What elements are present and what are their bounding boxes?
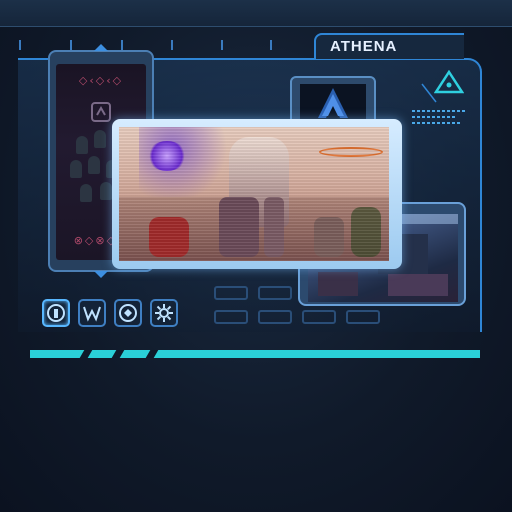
tick-mark <box>171 40 173 50</box>
empty-slot[interactable] <box>258 286 292 300</box>
empty-slot[interactable] <box>258 310 292 324</box>
figure-silhouette <box>70 160 82 178</box>
figure-silhouette <box>80 184 92 202</box>
figure-silhouette <box>100 182 112 200</box>
page-title: ATHENA <box>314 33 464 59</box>
progress-bar <box>30 350 480 358</box>
figure-silhouette <box>94 130 106 148</box>
athena-a-icon <box>318 88 348 118</box>
empty-slot[interactable] <box>346 310 380 324</box>
tick-mark <box>19 40 21 50</box>
tick-mark <box>270 40 272 50</box>
figure-silhouette <box>76 136 88 154</box>
tick-mark <box>121 40 123 50</box>
gear-icon <box>155 304 173 322</box>
empty-slot[interactable] <box>302 310 336 324</box>
mask-button[interactable] <box>78 299 106 327</box>
featured-video-screen <box>119 127 389 261</box>
decor-line-icon <box>421 83 437 103</box>
map-button[interactable] <box>114 299 142 327</box>
map-icon <box>119 304 137 322</box>
profile-icon <box>47 304 65 322</box>
data-readout <box>412 110 466 128</box>
scanline-overlay <box>119 127 389 261</box>
top-bar <box>0 0 512 27</box>
empty-slot[interactable] <box>214 310 248 324</box>
mask-icon <box>83 306 101 322</box>
up-arrow-icon[interactable] <box>94 44 108 51</box>
empty-slot[interactable] <box>214 286 248 300</box>
featured-video-card[interactable] <box>112 119 402 269</box>
tick-mark <box>221 40 223 50</box>
tick-mark <box>70 40 72 50</box>
profile-button[interactable] <box>42 299 70 327</box>
down-arrow-icon[interactable] <box>94 271 108 278</box>
figure-silhouette <box>88 156 100 174</box>
glyph-row-top: ◇‹◇‹◇ <box>78 74 124 87</box>
settings-button[interactable] <box>150 299 178 327</box>
emblem-icon <box>91 102 111 122</box>
progress-fill <box>30 350 480 358</box>
emblem-screen <box>300 84 366 122</box>
